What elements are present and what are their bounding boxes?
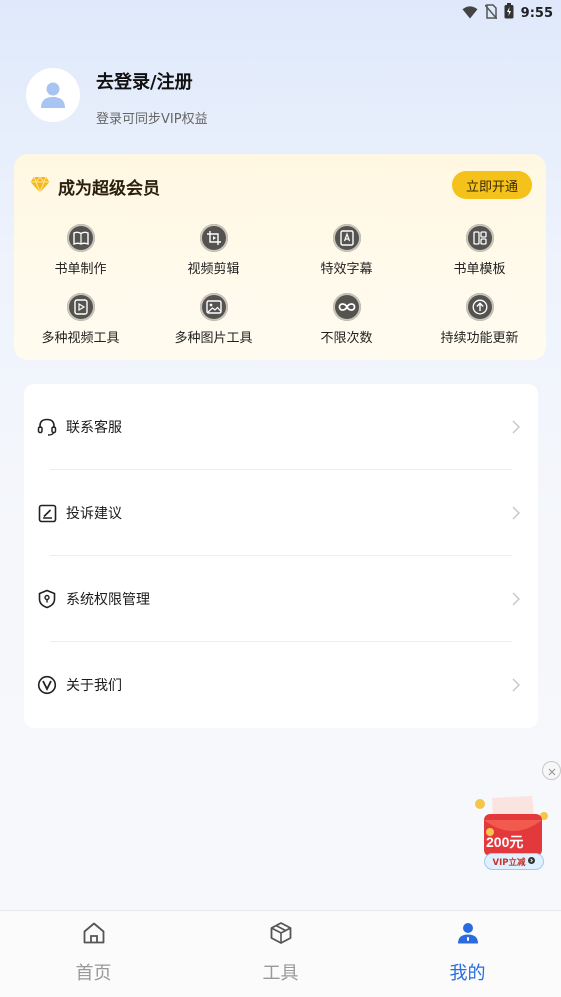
vip-feature-templates[interactable]: 书单模板 [413,224,546,277]
menu-item-feedback[interactable]: 投诉建议 [24,470,538,556]
diamond-icon [30,176,50,197]
settings-menu: 联系客服 投诉建议 系统权限管理 关于我们 [24,384,538,728]
infinity-icon [332,293,361,321]
user-avatar-icon[interactable] [26,68,80,122]
chevron-right-icon [512,677,520,696]
tab-label: 我的 [449,963,486,984]
tab-mine[interactable]: 我的 [374,911,561,997]
template-grid-icon [465,224,494,252]
tab-home[interactable]: 首页 [0,911,187,997]
vip-discount-ad[interactable]: 200元 VIP立减 [470,792,552,876]
upgrade-arrow-icon [465,293,494,321]
no-sim-icon [484,3,498,23]
vip-feature-subtitles[interactable]: 特效字幕 [280,224,413,277]
image-icon [199,293,228,321]
home-icon [82,921,106,949]
box-icon [269,921,293,949]
ad-close-button[interactable] [542,761,561,780]
subtitle-icon [332,224,361,252]
ad-amount: 200元 [486,834,524,850]
video-crop-icon [199,224,228,252]
vip-feature-video-tools[interactable]: 多种视频工具 [14,293,147,346]
status-bar: 9:55 [0,0,561,24]
menu-item-contact-support[interactable]: 联系客服 [24,384,538,470]
vip-card: 成为超级会员 立即开通 书单制作 视频剪辑 特效字幕 书单模板 多种视频工具 多… [14,154,546,360]
bottom-tab-bar: 首页 工具 我的 [0,910,561,997]
menu-item-permissions[interactable]: 系统权限管理 [24,556,538,642]
tab-label: 首页 [75,963,112,984]
status-icons: 9:55 [462,3,553,23]
edit-note-icon [36,502,58,524]
vip-feature-label: 视频剪辑 [187,262,240,277]
ad-tag-label: VIP立减 [492,857,526,868]
menu-item-label: 投诉建议 [66,506,122,522]
login-register-link[interactable]: 去登录/注册 [96,68,193,94]
vip-feature-label: 持续功能更新 [440,331,519,346]
profile-header: 去登录/注册 登录可同步VIP权益 [26,68,526,128]
tab-label: 工具 [262,963,299,984]
ad-tag: VIP立减 [484,853,544,870]
vip-feature-label: 多种视频工具 [41,331,120,346]
video-play-icon [66,293,95,321]
login-subtitle: 登录可同步VIP权益 [96,112,208,127]
vip-feature-updates[interactable]: 持续功能更新 [413,293,546,346]
vip-feature-label: 书单模板 [453,262,506,277]
chevron-right-icon [512,591,520,610]
chevron-right-icon [512,505,520,524]
menu-item-label: 关于我们 [66,678,122,694]
arrow-circle-icon [528,856,536,867]
shield-location-icon [36,588,58,610]
menu-item-label: 联系客服 [66,420,122,436]
tab-tools[interactable]: 工具 [187,911,374,997]
vip-feature-label: 书单制作 [54,262,107,277]
headset-icon [36,416,58,438]
vip-feature-image-tools[interactable]: 多种图片工具 [147,293,280,346]
close-icon [548,761,556,780]
status-time: 9:55 [520,5,553,21]
vip-feature-unlimited[interactable]: 不限次数 [280,293,413,346]
vip-feature-label: 不限次数 [320,331,373,346]
profile-icon [456,921,480,949]
vip-title: 成为超级会员 [58,179,160,199]
activate-vip-button[interactable]: 立即开通 [452,171,532,199]
menu-item-about-us[interactable]: 关于我们 [24,642,538,728]
menu-item-label: 系统权限管理 [66,592,150,608]
vip-feature-book-list[interactable]: 书单制作 [14,224,147,277]
book-icon [66,224,95,252]
vip-feature-label: 多种图片工具 [174,331,253,346]
vip-feature-video-edit[interactable]: 视频剪辑 [147,224,280,277]
vip-feature-grid: 书单制作 视频剪辑 特效字幕 书单模板 多种视频工具 多种图片工具 不限次数 持… [14,224,546,346]
v-logo-icon [36,674,58,696]
vip-feature-label: 特效字幕 [320,262,373,277]
chevron-right-icon [512,419,520,438]
battery-icon [504,3,514,23]
wifi-icon [462,4,478,23]
